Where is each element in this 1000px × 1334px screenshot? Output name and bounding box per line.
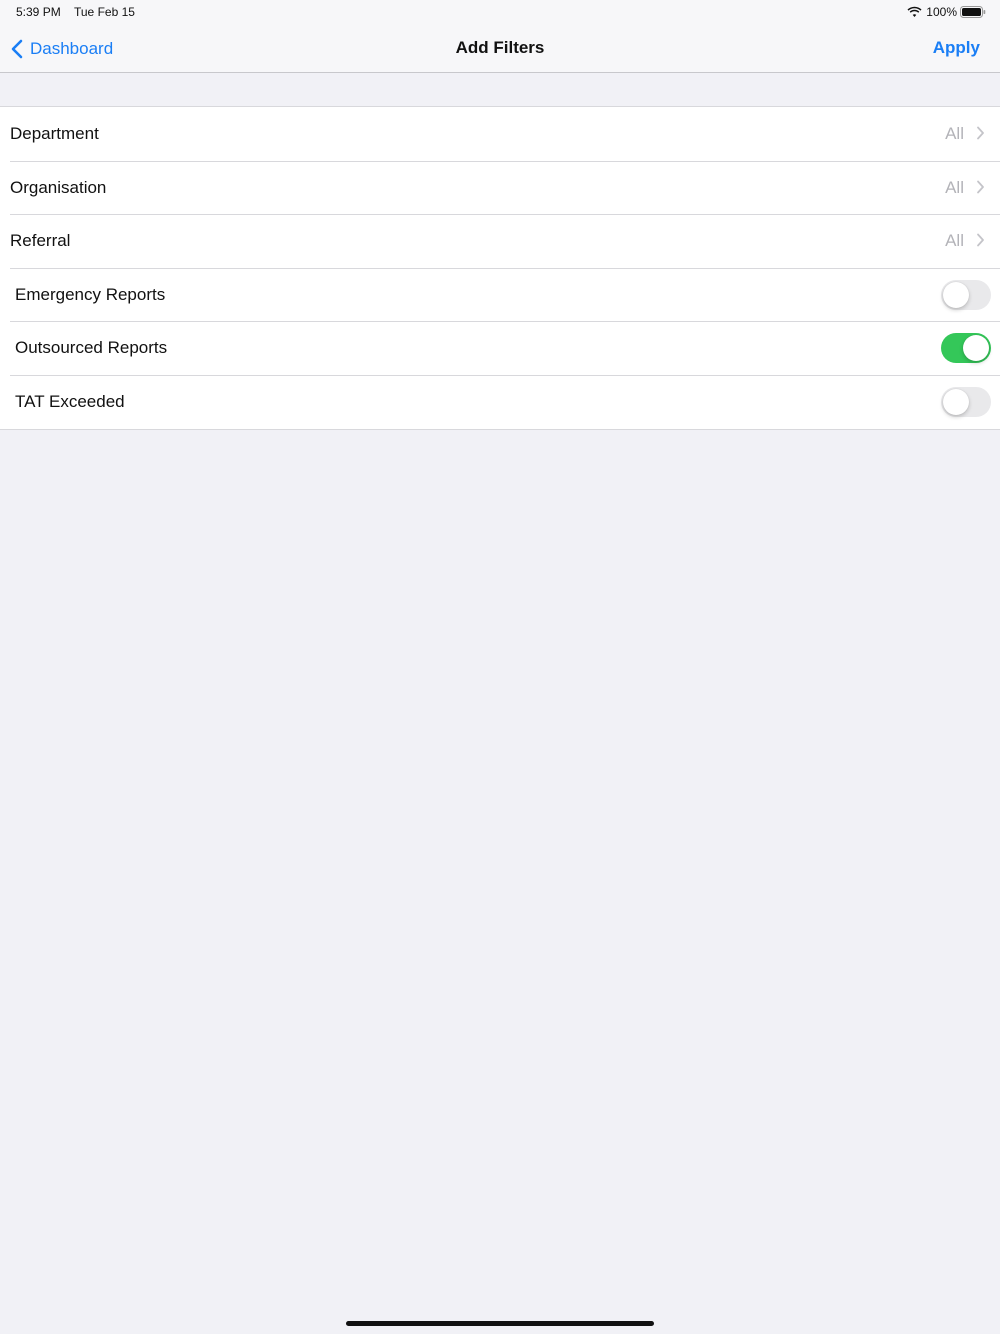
toggle-knob	[943, 281, 969, 308]
outsourced-reports-toggle[interactable]	[941, 333, 991, 364]
chevron-right-icon	[976, 126, 985, 140]
filter-label: Emergency Reports	[15, 284, 166, 304]
chevron-left-icon	[10, 39, 24, 59]
chevron-right-icon	[976, 180, 985, 194]
home-indicator[interactable]	[346, 1321, 654, 1326]
toggle-knob	[943, 388, 969, 415]
toggle-knob	[963, 335, 989, 362]
filter-value: All	[945, 177, 964, 197]
filter-row-emergency-reports: Emergency Reports	[0, 267, 1000, 322]
battery-icon	[960, 6, 986, 18]
filters-list: Department All Organisation All Referral…	[0, 106, 1000, 430]
tat-exceeded-toggle[interactable]	[941, 386, 991, 417]
filter-label: Organisation	[10, 177, 107, 197]
filter-row-department[interactable]: Department All	[0, 107, 1000, 161]
status-indicators: 100%	[907, 4, 986, 20]
wifi-icon	[907, 6, 922, 18]
back-button[interactable]: Dashboard	[10, 36, 113, 62]
emergency-reports-toggle[interactable]	[941, 279, 991, 310]
filter-value: All	[945, 231, 964, 251]
chevron-right-icon	[976, 233, 985, 247]
apply-button[interactable]: Apply	[933, 38, 980, 58]
page-title: Add Filters	[455, 38, 545, 57]
filter-row-outsourced-reports: Outsourced Reports	[0, 321, 1000, 375]
navigation-bar: Dashboard Add Filters Apply	[0, 24, 1000, 72]
status-bar: 5:39 PM Tue Feb 15 100%	[0, 0, 1000, 24]
status-date: Tue Feb 15	[74, 5, 135, 19]
filter-label: TAT Exceeded	[15, 391, 125, 411]
filter-label: Department	[10, 124, 99, 143]
filter-row-referral[interactable]: Referral All	[0, 214, 1000, 268]
battery-percent: 100%	[926, 5, 957, 19]
back-button-label: Dashboard	[30, 39, 114, 58]
filter-value: All	[945, 124, 964, 143]
top-bar: 5:39 PM Tue Feb 15 100% Dashboard Add Fi…	[0, 0, 1000, 73]
filter-label: Outsourced Reports	[15, 338, 168, 358]
filter-label: Referral	[10, 231, 71, 251]
filter-row-tat-exceeded: TAT Exceeded	[0, 374, 1000, 429]
add-filters-screen: 5:39 PM Tue Feb 15 100% Dashboard Add Fi…	[0, 0, 1000, 1334]
filter-row-organisation[interactable]: Organisation All	[0, 160, 1000, 215]
status-time: 5:39 PM	[16, 5, 61, 19]
